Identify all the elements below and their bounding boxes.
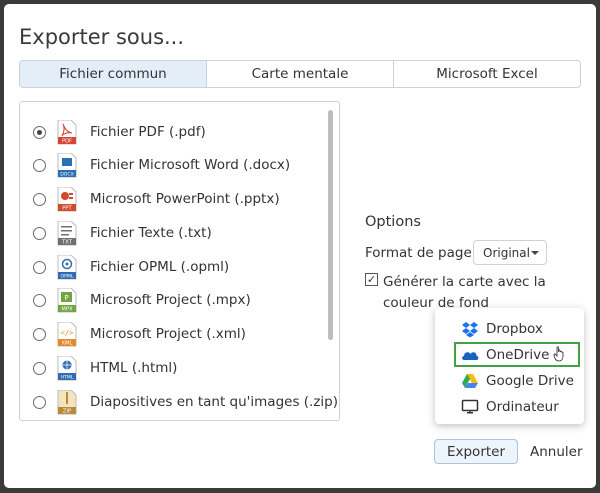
pdf-file-icon: PDF [57, 119, 77, 144]
docx-file-icon: DOCX [57, 152, 77, 177]
format-label: Microsoft Project (.xml) [90, 326, 246, 342]
radio-button[interactable] [33, 226, 46, 240]
destination-label: OneDrive [486, 346, 550, 363]
hand-cursor-icon [553, 346, 564, 362]
file-badge: PPT [62, 205, 72, 211]
caret-down-icon [531, 251, 539, 255]
computer-icon [461, 399, 479, 413]
radio-button[interactable] [33, 192, 46, 206]
destination-computer[interactable]: Ordinateur [435, 394, 584, 419]
options-title: Options [365, 214, 421, 230]
opml-file-icon: OPML [57, 254, 77, 279]
format-label: Microsoft Project (.mpx) [90, 292, 251, 308]
format-item-opml[interactable]: OPML Fichier OPML (.opml) [20, 252, 320, 282]
format-item-docx[interactable]: DOCX Fichier Microsoft Word (.docx) [20, 150, 320, 180]
file-badge: HTML [61, 374, 74, 380]
radio-button[interactable] [33, 260, 46, 274]
format-label: Fichier Texte (.txt) [90, 225, 212, 241]
format-label: Fichier Microsoft Word (.docx) [90, 157, 291, 173]
radio-button[interactable] [33, 361, 46, 375]
file-badge: PDF [62, 138, 72, 144]
tab-fichier-commun[interactable]: Fichier commun [20, 61, 207, 87]
format-list: PDF Fichier PDF (.pdf) DOCX Fichier Micr… [19, 101, 340, 421]
file-badge: XML [62, 340, 73, 346]
format-label: Fichier PDF (.pdf) [90, 124, 206, 140]
google-drive-icon [462, 373, 478, 388]
format-label: Diapositives en tant qu'images (.zip) [90, 394, 338, 410]
zip-file-icon: ZIP [57, 389, 77, 414]
file-badge: DOCX [60, 171, 74, 177]
dialog-title: Exporter sous... [19, 25, 185, 49]
list-scrollbar[interactable] [328, 110, 333, 340]
format-item-html[interactable]: HTML HTML (.html) [20, 353, 320, 383]
file-badge: MPX [61, 306, 73, 312]
export-tabs: Fichier commun Carte mentale Microsoft E… [19, 60, 581, 88]
mpx-file-icon: P MPX [57, 287, 77, 312]
tab-microsoft-excel[interactable]: Microsoft Excel [394, 61, 580, 87]
file-badge: OPML [61, 273, 74, 279]
format-item-zip[interactable]: ZIP Diapositives en tant qu'images (.zip… [20, 387, 338, 417]
onedrive-icon [462, 351, 479, 360]
xml-file-icon: </> XML [57, 321, 77, 346]
radio-button[interactable] [33, 293, 46, 307]
page-format-label: Format de page [365, 245, 472, 261]
page-format-value: Original [483, 245, 530, 260]
radio-button[interactable] [33, 125, 46, 139]
format-item-mpx[interactable]: P MPX Microsoft Project (.mpx) [20, 285, 320, 315]
export-button[interactable]: Exporter [434, 439, 518, 464]
destination-onedrive[interactable]: OneDrive [435, 342, 584, 367]
radio-button[interactable] [33, 327, 46, 341]
destination-dropbox[interactable]: Dropbox [435, 316, 584, 341]
html-file-icon: HTML [57, 355, 77, 380]
dropbox-icon [462, 321, 478, 337]
format-item-pptx[interactable]: PPT Microsoft PowerPoint (.pptx) [20, 184, 320, 214]
format-item-pdf[interactable]: PDF Fichier PDF (.pdf) [20, 117, 320, 147]
txt-file-icon: TXT [57, 220, 77, 245]
destination-dropdown: Dropbox OneDrive Google Drive Ordinateur [435, 308, 584, 424]
tab-carte-mentale[interactable]: Carte mentale [207, 61, 394, 87]
svg-text:P: P [64, 294, 68, 302]
file-badge: ZIP [63, 408, 71, 414]
export-dialog: Exporter sous... Fichier commun Carte me… [4, 4, 596, 488]
destination-label: Google Drive [486, 372, 574, 389]
destination-label: Ordinateur [486, 398, 559, 415]
ppt-file-icon: PPT [57, 186, 77, 211]
format-item-txt[interactable]: TXT Fichier Texte (.txt) [20, 218, 320, 248]
svg-text:</>: </> [61, 329, 74, 337]
generate-color-checkbox[interactable]: ✓ [365, 273, 378, 286]
format-label: Microsoft PowerPoint (.pptx) [90, 191, 280, 207]
cancel-button[interactable]: Annuler [530, 439, 583, 464]
file-badge: TXT [61, 239, 73, 245]
radio-button[interactable] [33, 158, 46, 172]
format-label: Fichier OPML (.opml) [90, 259, 230, 275]
radio-button[interactable] [33, 395, 46, 409]
destination-label: Dropbox [486, 320, 543, 337]
destination-google-drive[interactable]: Google Drive [435, 368, 584, 393]
format-item-xml[interactable]: </> XML Microsoft Project (.xml) [20, 319, 320, 349]
page-format-select[interactable]: Original [473, 240, 547, 265]
format-label: HTML (.html) [90, 360, 178, 376]
